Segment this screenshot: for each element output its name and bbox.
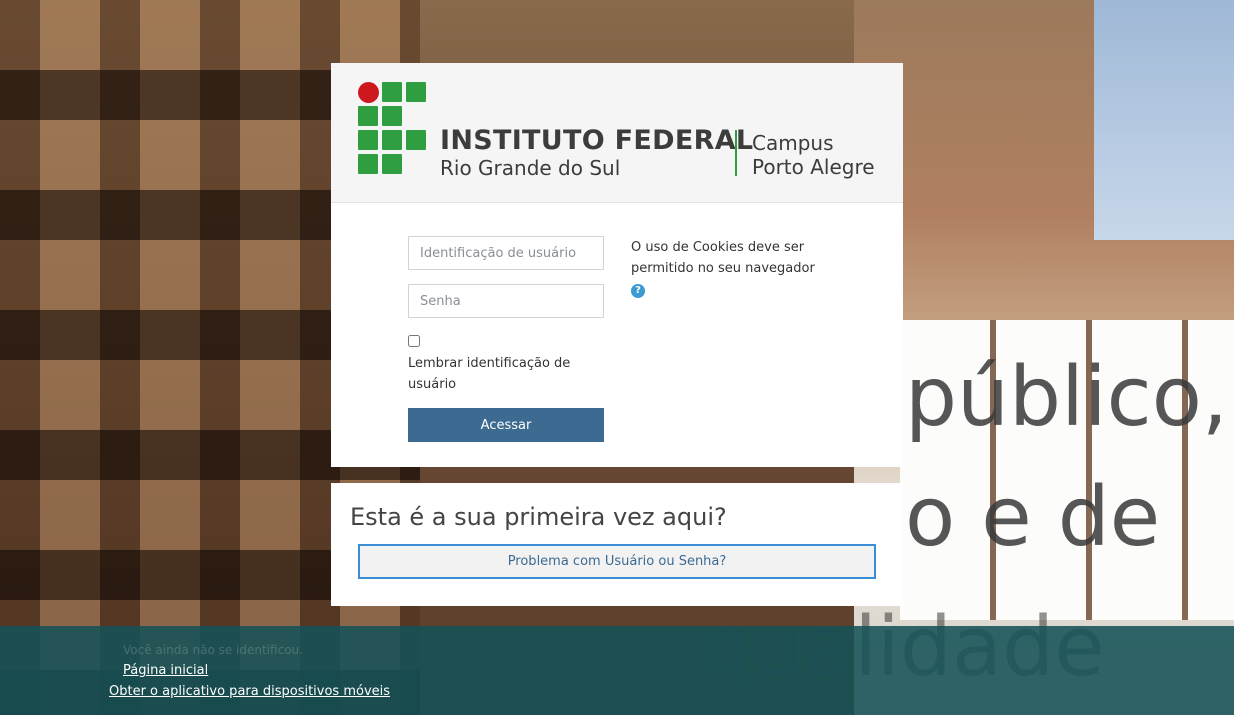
remember-checkbox[interactable] — [408, 335, 420, 347]
mobile-app-link[interactable]: Obter o aplicativo para dispositivos móv… — [109, 684, 390, 699]
sky — [1094, 0, 1234, 240]
institution-subtitle: Rio Grande do Sul — [440, 156, 621, 180]
problem-button[interactable]: Problema com Usuário ou Senha? — [358, 544, 876, 579]
remember-row: Lembrar identificação de usuário — [408, 335, 604, 395]
username-input[interactable] — [408, 236, 604, 270]
facade-text-1: público, — [905, 350, 1228, 445]
first-time-card: Esta é a sua primeira vez aqui? Problema… — [331, 483, 903, 606]
cookie-notice-text: O uso de Cookies deve ser permitido no s… — [631, 240, 815, 276]
first-time-heading: Esta é a sua primeira vez aqui? — [350, 503, 727, 531]
campus-line-1: Campus — [752, 131, 834, 155]
login-button[interactable]: Acessar — [408, 408, 604, 442]
login-status-text: Você ainda não se identificou. — [123, 643, 303, 657]
campus-name: Campus Porto Alegre — [752, 131, 875, 179]
home-link[interactable]: Página inicial — [123, 663, 208, 678]
logo-divider — [735, 130, 737, 176]
login-card: INSTITUTO FEDERAL Rio Grande do Sul Camp… — [331, 63, 903, 467]
login-form: Lembrar identificação de usuário Acessar — [408, 236, 604, 442]
campus-line-2: Porto Alegre — [752, 155, 875, 179]
institution-name: INSTITUTO FEDERAL — [440, 125, 754, 156]
password-input[interactable] — [408, 284, 604, 318]
question-circle-icon[interactable]: ? — [631, 284, 645, 298]
login-header: INSTITUTO FEDERAL Rio Grande do Sul Camp… — [331, 63, 903, 203]
cookie-notice: O uso de Cookies deve ser permitido no s… — [631, 237, 831, 298]
if-logo-icon — [358, 82, 428, 177]
page-footer: Você ainda não se identificou. Página in… — [0, 626, 1234, 715]
facade-text-2: o e de — [905, 470, 1161, 565]
remember-label: Lembrar identificação de usuário — [408, 356, 571, 392]
